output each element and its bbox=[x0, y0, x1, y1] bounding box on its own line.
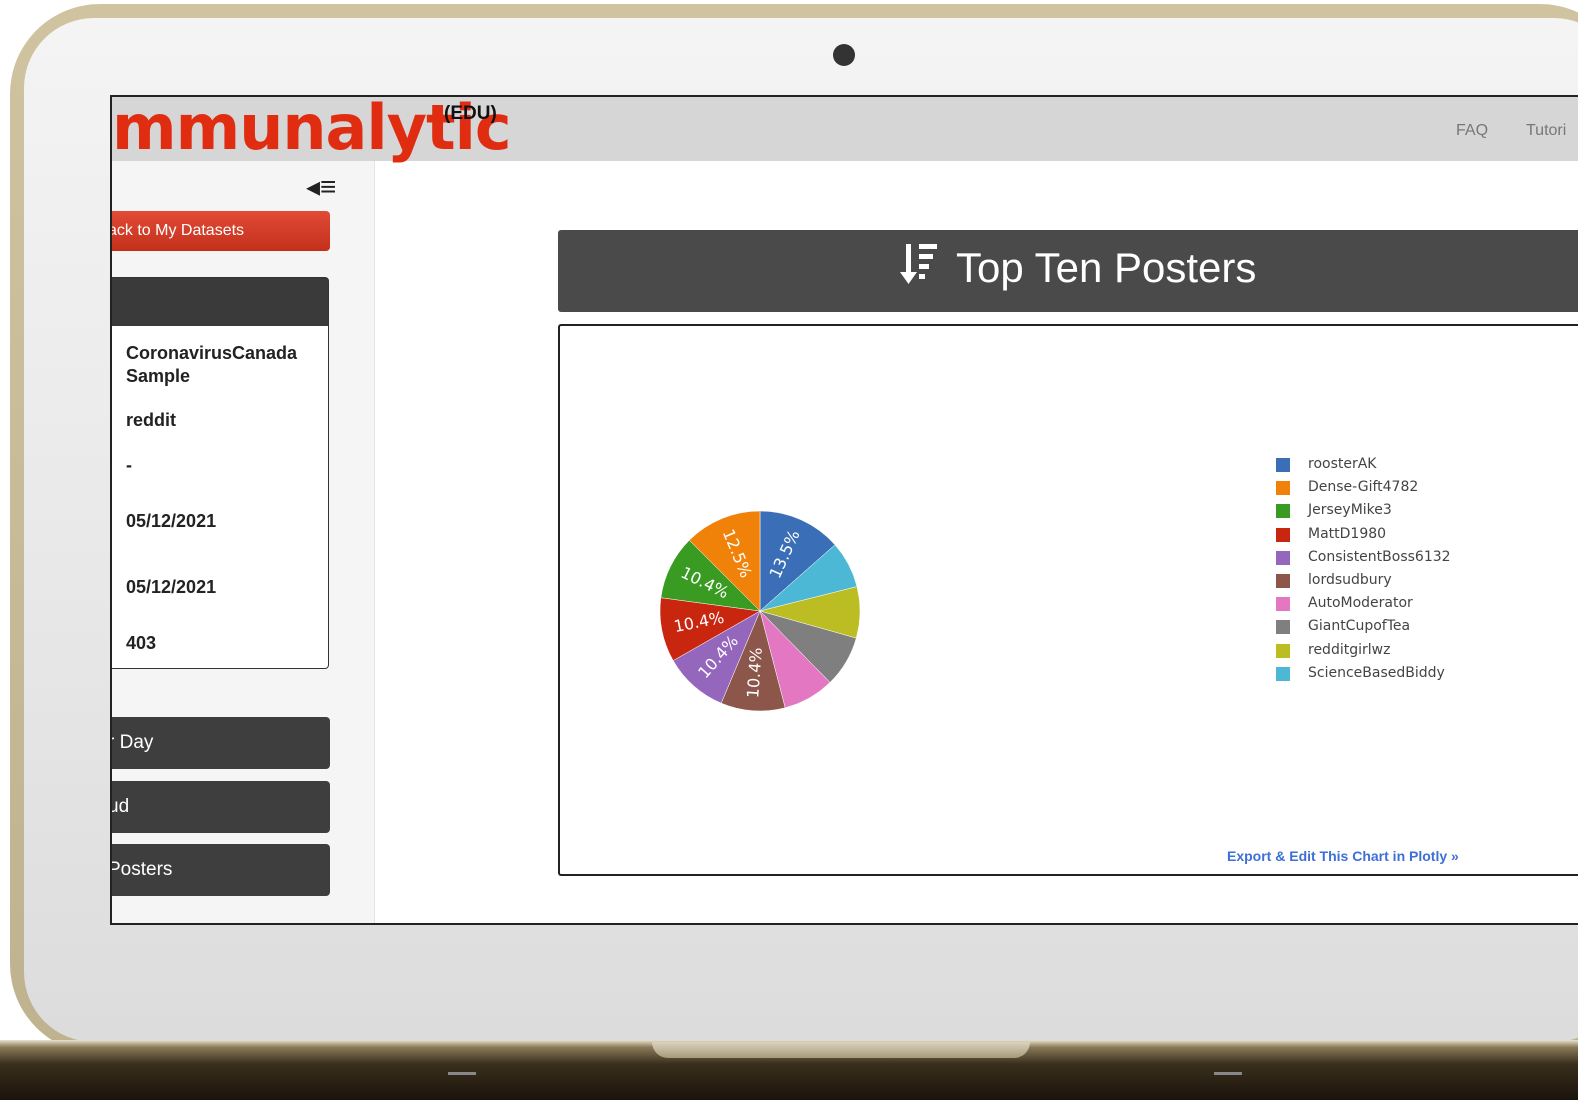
dataset-card-header bbox=[112, 278, 328, 326]
legend-label: roosterAK bbox=[1308, 456, 1377, 472]
top-bar: mmunalytic (EDU) FAQ Tutori bbox=[112, 97, 1578, 164]
legend-label: ScienceBasedBiddy bbox=[1308, 664, 1445, 681]
legend-swatch bbox=[1276, 620, 1290, 635]
pie-chart[interactable]: 13.5%10.4%10.4%10.4%10.4%12.5% bbox=[640, 491, 880, 731]
export-plotly-link[interactable]: Export & Edit This Chart in Plotly » bbox=[1227, 848, 1459, 864]
panel-title-bar: Top Ten Posters bbox=[558, 230, 1578, 312]
legend-label: AutoModerator bbox=[1308, 595, 1413, 612]
sidebar-button-top-posters[interactable]: Posters bbox=[112, 844, 330, 896]
sidebar-button-per-day[interactable]: r Day bbox=[112, 717, 330, 769]
dataset-source: reddit bbox=[126, 410, 177, 430]
sidebar-toggle-icon[interactable]: ◂≡ bbox=[306, 173, 336, 201]
sidebar-button-label: ud bbox=[110, 796, 130, 817]
sidebar: ◂≡ ack to My Datasets CoronavirusCanada … bbox=[112, 161, 375, 923]
sidebar-button-label: r Day bbox=[110, 732, 154, 753]
legend-swatch bbox=[1276, 666, 1290, 681]
nav-tutorials[interactable]: Tutori bbox=[1526, 122, 1566, 140]
chart-legend: roosterAK Dense-Gift4782 JerseyMike3 MattD1… bbox=[1276, 456, 1526, 696]
legend-swatch bbox=[1276, 504, 1290, 519]
edition-badge: (EDU) bbox=[444, 103, 497, 124]
nav-faq[interactable]: FAQ bbox=[1456, 122, 1488, 140]
legend-label: redditgirlwz bbox=[1308, 641, 1391, 658]
app-screen: mmunalytic (EDU) FAQ Tutori ◂≡ ack to My… bbox=[110, 95, 1578, 925]
legend-swatch bbox=[1276, 458, 1290, 472]
dataset-start-date: 05/12/2021 bbox=[126, 511, 217, 531]
legend-swatch bbox=[1276, 550, 1290, 565]
camera-icon bbox=[833, 44, 855, 66]
sidebar-button-label: Posters bbox=[110, 859, 173, 880]
legend-label: JerseyMike3 bbox=[1308, 502, 1392, 519]
laptop-notch bbox=[652, 1042, 1030, 1058]
legend-label: ConsistentBoss6132 bbox=[1308, 548, 1451, 565]
legend-label: lordsudbury bbox=[1308, 572, 1392, 588]
back-button-label: ack to My Datasets bbox=[110, 222, 245, 239]
panel-title: Top Ten Posters bbox=[956, 244, 1257, 291]
dataset-info-card: CoronavirusCanada Sample reddit - 05/12/… bbox=[112, 277, 329, 669]
dataset-count: 403 bbox=[126, 633, 157, 653]
legend-label: GiantCupofTea bbox=[1308, 618, 1411, 635]
back-to-datasets-button[interactable]: ack to My Datasets bbox=[112, 211, 330, 251]
laptop-foot bbox=[1214, 1072, 1242, 1075]
legend-swatch bbox=[1276, 574, 1290, 588]
dataset-extra: - bbox=[126, 455, 132, 475]
legend-swatch bbox=[1276, 481, 1290, 496]
legend-swatch bbox=[1276, 527, 1290, 542]
legend-swatch bbox=[1276, 597, 1290, 612]
dataset-end-date: 05/12/2021 bbox=[126, 577, 217, 597]
sidebar-button-word-cloud[interactable]: ud bbox=[112, 781, 330, 833]
legend-label: Dense-Gift4782 bbox=[1308, 479, 1419, 496]
dataset-name: CoronavirusCanada Sample bbox=[126, 343, 298, 386]
sort-amount-desc-icon bbox=[900, 244, 937, 284]
chart-container: 13.5% 10.4% 10.4% 10.4% 10.4% 12.5% roosterAK… bbox=[558, 324, 1578, 876]
legend-swatch bbox=[1276, 643, 1290, 658]
legend-label: MattD1980 bbox=[1308, 525, 1387, 542]
pie-slice-label: 10.4% bbox=[743, 647, 766, 699]
laptop-foot bbox=[448, 1072, 476, 1075]
